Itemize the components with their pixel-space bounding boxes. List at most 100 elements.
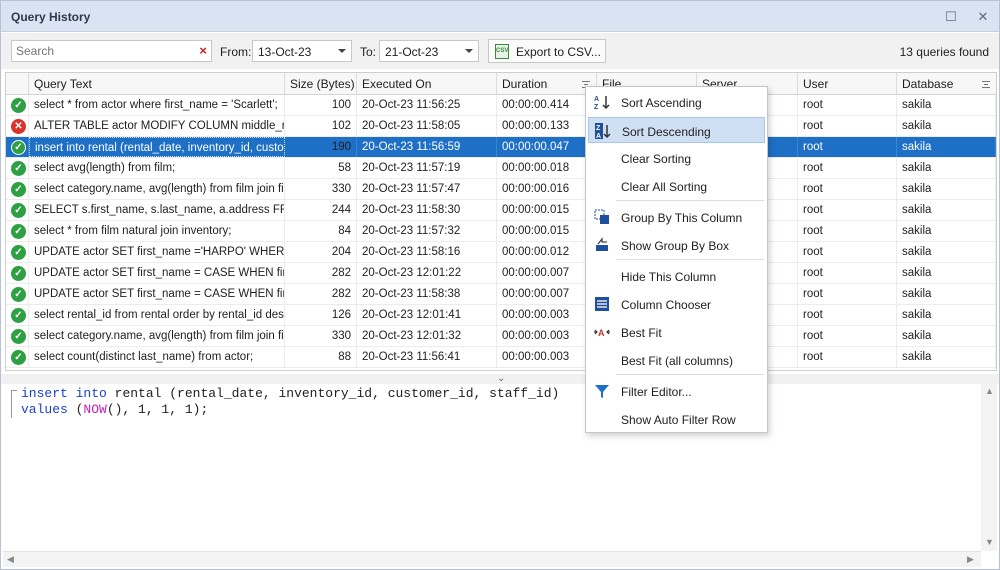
scroll-right-icon[interactable]: ▶ [967,554,974,565]
column-header-size[interactable]: Size (Bytes) [285,73,357,95]
fold-marker[interactable] [11,390,17,418]
cell-query: select * from actor where first_name = '… [29,95,285,115]
cell-executed: 20-Oct-23 11:58:05 [357,116,497,136]
cell-user: root [798,137,897,157]
cell-user: root [798,305,897,325]
cell-db: sakila [897,116,996,136]
status-cell: ✓ [6,284,29,304]
column-header-executed-on[interactable]: Executed On [357,73,497,95]
export-csv-button[interactable]: CSV Export to CSV... [488,39,606,63]
chevron-down-icon[interactable] [465,49,473,53]
status-cell: ✓ [6,137,29,157]
cell-db: sakila [897,242,996,262]
menu-item-hide-this-column[interactable]: Hide This Column [588,263,765,289]
close-icon[interactable]: ✕ [973,7,993,27]
table-row[interactable]: ✓ select * from actor where first_name = … [6,95,996,116]
table-row[interactable]: ✓ select category.name, avg(length) from … [6,179,996,200]
status-cell: ✓ [6,326,29,346]
table-row[interactable]: ✓ insert into rental (rental_date, invent… [6,137,996,158]
menu-item-best-fit[interactable]: A Best Fit [588,319,765,345]
cell-query: select * from film natural join inventor… [29,221,285,241]
from-label: From: [220,45,252,59]
cell-size: 84 [285,221,357,241]
search-input[interactable] [12,41,192,61]
table-row[interactable]: ✓ UPDATE actor SET first_name ='HARPO' W… [6,242,996,263]
cell-executed: 20-Oct-23 11:56:41 [357,347,497,367]
chevron-down-icon[interactable]: ⌄ [497,373,505,384]
menu-item-label: Column Chooser [621,298,712,312]
menu-item-column-chooser[interactable]: Column Chooser [588,291,765,317]
sql-editor[interactable]: insert into rental (rental_date, invento… [3,384,997,551]
table-row[interactable]: ✓ UPDATE actor SET first_name = CASE WHE… [6,284,996,305]
keyword: values [21,402,68,417]
cell-executed: 20-Oct-23 12:01:41 [357,305,497,325]
cell-query: select category.name, avg(length) from f… [29,326,285,346]
from-date-combo[interactable]: 13-Oct-23 [252,40,352,62]
cell-user: root [798,179,897,199]
code-text: rental (rental_date, inventory_id, custo… [106,386,560,401]
cell-duration: 00:00:00.016 [497,179,597,199]
menu-item-group-by-this-column[interactable]: Group By This Column [588,204,765,230]
menu-item-clear-sorting[interactable]: Clear Sorting [588,145,765,171]
scroll-up-icon[interactable]: ▲ [985,386,994,396]
cell-db: sakila [897,179,996,199]
cell-query: SELECT s.first_name, s.last_name, a.addr… [29,200,285,220]
status-cell: ✓ [6,95,29,115]
scroll-down-icon[interactable]: ▼ [985,537,994,547]
menu-item-best-fit-all-columns[interactable]: Best Fit (all columns) [588,347,765,373]
editor-line-1: insert into rental (rental_date, invento… [21,386,559,401]
splitter[interactable]: ⌄ [1,373,999,384]
scroll-left-icon[interactable]: ◀ [7,554,14,565]
menu-item-filter-editor[interactable]: Filter Editor... [588,378,765,404]
table-row[interactable]: ✓ select rental_id from rental order by r… [6,305,996,326]
maximize-icon[interactable]: ☐ [941,7,961,27]
svg-text:A: A [594,96,599,103]
cell-user: root [798,221,897,241]
menu-item-label: Clear Sorting [621,152,692,166]
success-icon: ✓ [11,203,26,218]
to-date-combo[interactable]: 21-Oct-23 [379,40,479,62]
table-row[interactable]: ✓ select category.name, avg(length) from … [6,326,996,347]
filter-icon[interactable] [982,81,990,88]
cell-executed: 20-Oct-23 12:01:22 [357,263,497,283]
group-box-icon [594,237,610,253]
table-row[interactable]: ✓ select avg(length) from film; 58 20-Oct-2… [6,158,996,179]
column-label: Query Text [34,77,92,91]
column-header-duration[interactable]: Duration [497,73,597,95]
status-cell: ✓ [6,179,29,199]
svg-text:A: A [596,133,601,139]
table-row[interactable]: ✓ SELECT s.first_name, s.last_name, a.ad… [6,200,996,221]
from-date-value: 13-Oct-23 [258,45,312,59]
menu-item-sort-descending[interactable]: Z A Sort Descending [588,117,765,143]
search-box[interactable]: × [11,40,212,62]
status-cell: ✓ [6,263,29,283]
column-header-database[interactable]: Database [897,73,996,95]
status-cell: ✓ [6,305,29,325]
cell-query: UPDATE actor SET first_name = CASE WHEN … [29,263,285,283]
cell-db: sakila [897,263,996,283]
cell-duration: 00:00:00.018 [497,158,597,178]
menu-item-label: Best Fit [621,326,662,340]
horizontal-scrollbar[interactable]: ◀ ▶ [3,551,981,567]
chevron-down-icon[interactable] [338,49,346,53]
table-row[interactable]: ✕ ALTER TABLE actor MODIFY COLUMN middle_… [6,116,996,137]
cell-user: root [798,326,897,346]
menu-separator [616,374,764,375]
menu-item-sort-ascending[interactable]: A Z Sort Ascending [588,89,765,115]
menu-item-show-auto-filter-row[interactable]: Show Auto Filter Row [588,406,765,432]
cell-size: 88 [285,347,357,367]
clear-search-icon[interactable]: × [199,43,207,58]
table-row[interactable]: ✓ select count(distinct last_name) from a… [6,347,996,368]
table-row[interactable]: ✓ select * from film natural join invento… [6,221,996,242]
column-header-user[interactable]: User [798,73,897,95]
cell-duration: 00:00:00.015 [497,200,597,220]
header-indicator [6,73,29,95]
svg-text:Z: Z [596,125,601,132]
menu-item-clear-all-sorting[interactable]: Clear All Sorting [588,173,765,199]
cell-executed: 20-Oct-23 11:58:30 [357,200,497,220]
menu-item-show-group-by-box[interactable]: Show Group By Box [588,232,765,258]
cell-size: 282 [285,263,357,283]
column-header-query-text[interactable]: Query Text [29,73,285,95]
table-row[interactable]: ✓ UPDATE actor SET first_name = CASE WHE… [6,263,996,284]
vertical-scrollbar[interactable]: ▲ ▼ [981,384,997,551]
